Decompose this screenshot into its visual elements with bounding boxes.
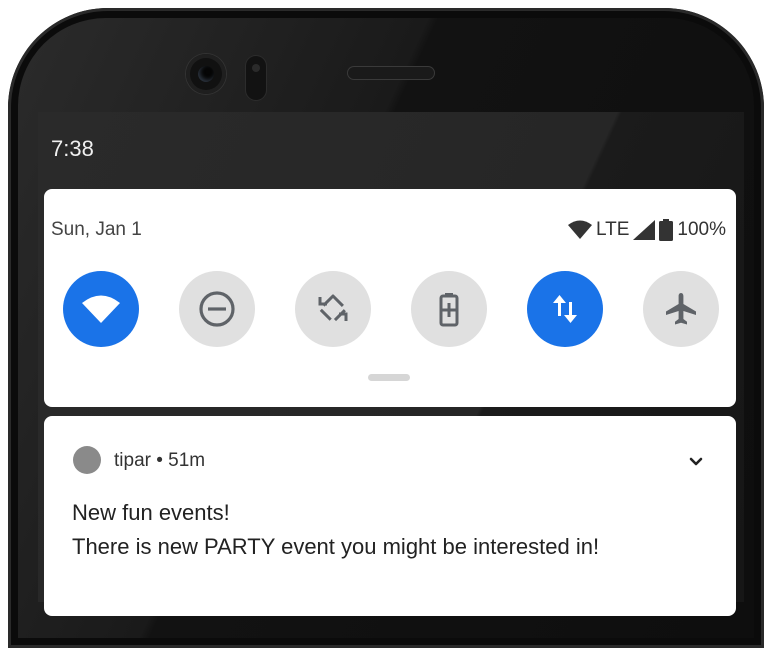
- proximity-sensor: [246, 56, 266, 100]
- do-not-disturb-icon: [199, 291, 235, 327]
- wifi-icon: [82, 295, 120, 323]
- quick-settings-date[interactable]: Sun, Jan 1: [51, 219, 142, 241]
- drag-handle[interactable]: [368, 374, 410, 381]
- airplane-mode-tile[interactable]: [643, 271, 719, 347]
- wifi-tile[interactable]: [63, 271, 139, 347]
- network-type-label: LTE: [595, 219, 630, 240]
- status-bar-time: 7:38: [51, 136, 94, 161]
- status-icons: LTE 100%: [567, 219, 726, 241]
- mobile-data-icon: [553, 295, 577, 323]
- earpiece-speaker: [348, 67, 434, 79]
- battery-icon: [659, 219, 674, 241]
- mobile-data-tile[interactable]: [527, 271, 603, 347]
- auto-rotate-tile[interactable]: [295, 271, 371, 347]
- wifi-signal-icon: [567, 220, 592, 239]
- auto-rotate-icon: [318, 294, 348, 324]
- notification-card[interactable]: tipar • 51m New fun events! There is new…: [44, 416, 736, 616]
- battery-saver-tile[interactable]: [411, 271, 487, 347]
- chevron-down-icon[interactable]: [684, 450, 708, 474]
- do-not-disturb-tile[interactable]: [179, 271, 255, 347]
- airplane-mode-icon: [666, 293, 696, 325]
- notification-app-and-time: tipar • 51m: [114, 450, 206, 471]
- battery-percent: 100%: [677, 219, 726, 240]
- quick-settings-panel[interactable]: Sun, Jan 1 LTE 100%: [44, 189, 736, 407]
- notification-title: New fun events!: [72, 500, 230, 525]
- notification-body: There is new PARTY event you might be in…: [72, 534, 600, 559]
- cell-signal-icon: [633, 220, 656, 240]
- front-camera: [186, 54, 226, 94]
- app-icon: [73, 446, 101, 474]
- battery-saver-icon: [439, 293, 459, 327]
